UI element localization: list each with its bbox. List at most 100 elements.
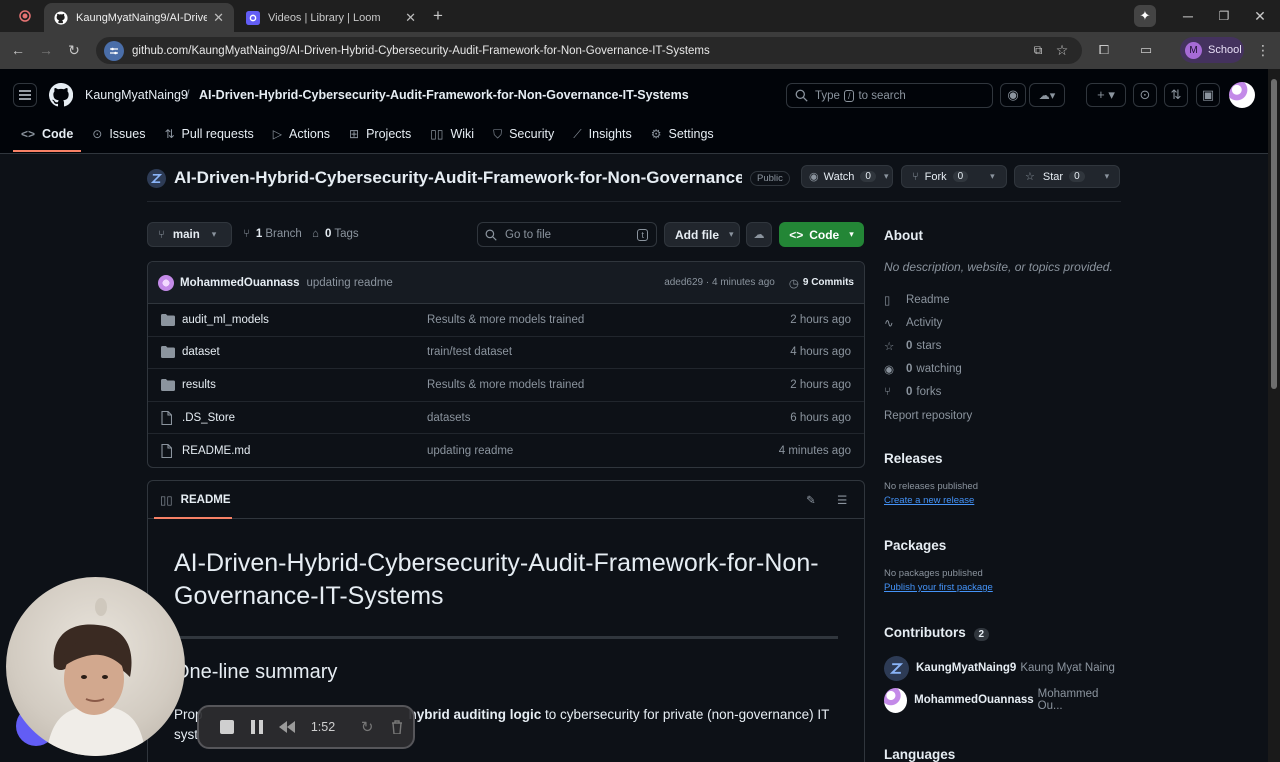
pull-requests-icon[interactable]: ⇅ bbox=[1164, 83, 1188, 107]
watching-link[interactable]: ◉ 0 watching bbox=[884, 358, 1120, 381]
page-scrollbar[interactable] bbox=[1268, 69, 1280, 762]
user-avatar[interactable] bbox=[1229, 82, 1255, 108]
go-to-file-input[interactable]: Go to file t bbox=[477, 222, 657, 247]
record-indicator-icon[interactable] bbox=[15, 6, 35, 26]
create-new-icon[interactable]: + ▾ bbox=[1086, 83, 1126, 107]
commit-message[interactable]: updating readme bbox=[307, 277, 665, 289]
breadcrumb-owner[interactable]: KaungMyatNaing9 bbox=[85, 88, 188, 102]
activity-link[interactable]: ∿ Activity bbox=[884, 311, 1120, 334]
extensions-icon[interactable]: ⧠ bbox=[1094, 40, 1114, 60]
copilot-menu-icon[interactable]: ☁▾ bbox=[1029, 83, 1065, 107]
packages-title[interactable]: Packages bbox=[884, 538, 1120, 553]
contributor-item[interactable]: KaungMyatNaing9 Kaung Myat Naing bbox=[884, 652, 1120, 684]
commit-author[interactable]: MohammedOuannass bbox=[180, 277, 300, 289]
tab-security[interactable]: ⛉ Security bbox=[485, 116, 562, 152]
breadcrumb-repo[interactable]: AI-Driven-Hybrid-Cybersecurity-Audit-Fra… bbox=[199, 88, 689, 102]
codespaces-button[interactable]: ☁ bbox=[746, 222, 772, 247]
site-info-icon[interactable] bbox=[104, 40, 124, 61]
minimize-icon[interactable]: ─ bbox=[1178, 6, 1198, 26]
branches-link[interactable]: ⑂ 1 Branch bbox=[243, 228, 302, 240]
file-commit-message[interactable]: datasets bbox=[427, 412, 790, 424]
file-row[interactable]: audit_ml_models Results & more models tra… bbox=[148, 304, 864, 337]
scrollbar-thumb[interactable] bbox=[1271, 79, 1277, 389]
tab-actions[interactable]: ▷ Actions bbox=[265, 116, 338, 152]
rewind-icon[interactable] bbox=[273, 715, 301, 739]
fork-button[interactable]: ⑂ Fork 0 ▾ bbox=[901, 165, 1007, 188]
file-commit-message[interactable]: train/test dataset bbox=[427, 346, 790, 358]
readme-tab[interactable]: README bbox=[181, 494, 231, 506]
stop-icon[interactable] bbox=[213, 715, 241, 739]
star-button[interactable]: ☆ Star 0 ▾ bbox=[1014, 165, 1120, 188]
contributors-title[interactable]: Contributors 2 bbox=[884, 625, 1120, 641]
file-name[interactable]: dataset bbox=[182, 346, 220, 358]
file-name-cell[interactable]: .DS_Store bbox=[161, 410, 427, 425]
file-name-cell[interactable]: README.md bbox=[161, 443, 427, 458]
branch-select-button[interactable]: ⑂ main ▾ bbox=[147, 222, 232, 247]
file-name[interactable]: README.md bbox=[182, 445, 250, 457]
close-tab-icon[interactable]: ✕ bbox=[405, 10, 416, 26]
publish-package-link[interactable]: Publish your first package bbox=[884, 582, 1120, 593]
tab-settings[interactable]: ⚙ Settings bbox=[643, 116, 722, 152]
contributor-item[interactable]: MohammedOuannass Mohammed Ou... bbox=[884, 684, 1120, 716]
profile-chip[interactable]: M School bbox=[1180, 37, 1244, 63]
tab-code[interactable]: <> Code bbox=[13, 116, 82, 152]
file-name-cell[interactable]: dataset bbox=[161, 346, 427, 359]
file-commit-message[interactable]: Results & more models trained bbox=[427, 314, 790, 326]
trash-icon[interactable] bbox=[383, 715, 411, 739]
file-name[interactable]: audit_ml_models bbox=[182, 314, 269, 326]
code-button[interactable]: <> Code ▾ bbox=[779, 222, 864, 247]
file-row[interactable]: dataset train/test dataset 4 hours ago bbox=[148, 337, 864, 370]
pencil-icon[interactable]: ✎ bbox=[806, 493, 816, 507]
bookmark-star-icon[interactable]: ☆ bbox=[1052, 40, 1072, 60]
maximize-icon[interactable]: ❐ bbox=[1214, 6, 1234, 26]
gemini-icon[interactable]: ✦ bbox=[1134, 5, 1156, 27]
add-file-button[interactable]: Add file ▾ bbox=[664, 222, 740, 247]
report-repository-link[interactable]: Report repository bbox=[884, 404, 1120, 427]
readme-link[interactable]: ▯ Readme bbox=[884, 288, 1120, 311]
file-name-cell[interactable]: audit_ml_models bbox=[161, 313, 427, 326]
cast-icon[interactable]: ⧉ bbox=[1028, 40, 1048, 60]
close-window-icon[interactable]: ✕ bbox=[1250, 6, 1270, 26]
tab-projects[interactable]: ⊞ Projects bbox=[341, 116, 419, 152]
inbox-icon[interactable]: ▣ bbox=[1196, 83, 1220, 107]
file-commit-message[interactable]: updating readme bbox=[427, 445, 779, 457]
stars-link[interactable]: ☆ 0 stars bbox=[884, 334, 1120, 357]
github-logo-icon[interactable] bbox=[49, 83, 73, 107]
file-name[interactable]: .DS_Store bbox=[182, 412, 235, 424]
create-release-link[interactable]: Create a new release bbox=[884, 495, 1120, 506]
copilot-icon[interactable]: ◉ bbox=[1000, 83, 1026, 107]
reload-icon[interactable]: ↻ bbox=[64, 40, 84, 60]
forks-link[interactable]: ⑂ 0 forks bbox=[884, 381, 1120, 404]
restart-icon[interactable]: ↻ bbox=[353, 715, 381, 739]
file-name-cell[interactable]: results bbox=[161, 378, 427, 391]
releases-title[interactable]: Releases bbox=[884, 451, 1120, 466]
tab-pull-requests[interactable]: ⇅ Pull requests bbox=[156, 116, 261, 152]
close-tab-icon[interactable]: ✕ bbox=[213, 10, 224, 26]
outline-list-icon[interactable]: ☰ bbox=[837, 493, 847, 507]
file-row[interactable]: README.md updating readme 4 minutes ago bbox=[148, 434, 864, 467]
tab-insights[interactable]: ⟋ Insights bbox=[565, 116, 640, 152]
file-name[interactable]: results bbox=[182, 379, 216, 391]
tab-wiki[interactable]: ▯▯ Wiki bbox=[422, 116, 482, 152]
commits-link[interactable]: 9 Commits bbox=[803, 277, 854, 288]
watch-button[interactable]: ◉ Watch 0 ▾ bbox=[801, 165, 893, 188]
new-tab-icon[interactable]: + bbox=[428, 6, 448, 26]
commit-author-avatar[interactable] bbox=[158, 274, 174, 291]
tab-github[interactable]: KaungMyatNaing9/AI-Drive ✕ bbox=[44, 3, 234, 32]
forward-icon[interactable]: → bbox=[36, 40, 56, 60]
webcam-bubble[interactable] bbox=[6, 577, 185, 756]
tab-issues[interactable]: ⊙ Issues bbox=[84, 116, 153, 152]
browser-menu-icon[interactable]: ⋮ bbox=[1253, 40, 1273, 60]
issues-icon[interactable]: ⊙ bbox=[1133, 83, 1157, 107]
pause-icon[interactable] bbox=[243, 715, 271, 739]
back-icon[interactable]: ← bbox=[8, 40, 28, 60]
search-input[interactable]: Type / to search bbox=[786, 83, 993, 108]
side-panel-icon[interactable]: ▭ bbox=[1136, 40, 1156, 60]
address-bar[interactable]: github.com/KaungMyatNaing9/AI-Driven-Hyb… bbox=[96, 37, 1082, 64]
tags-link[interactable]: ⌂ 0 Tags bbox=[312, 228, 359, 240]
file-row[interactable]: results Results & more models trained 2 ho… bbox=[148, 369, 864, 402]
tab-loom[interactable]: Videos | Library | Loom ✕ bbox=[236, 3, 426, 32]
file-row[interactable]: .DS_Store datasets 6 hours ago bbox=[148, 402, 864, 435]
hamburger-menu-icon[interactable] bbox=[13, 83, 37, 107]
commit-hash-time[interactable]: aded629 · 4 minutes ago bbox=[664, 277, 775, 288]
